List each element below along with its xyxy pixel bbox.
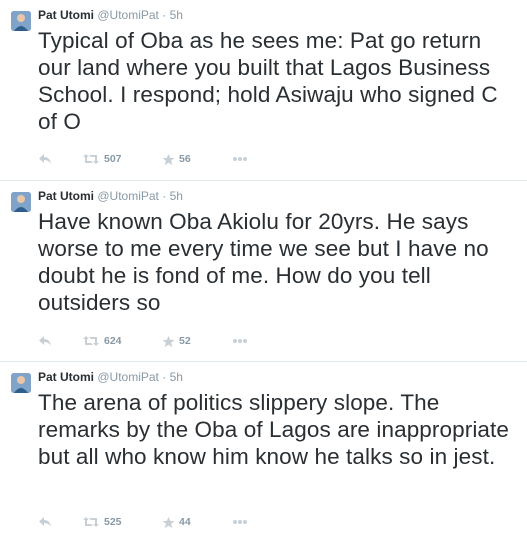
more-button[interactable] [232, 514, 248, 530]
tweet[interactable]: Pat Utomi @UtomiPat · 5h Typical of Oba … [0, 0, 527, 181]
more-icon [233, 157, 247, 161]
separator: · [162, 189, 167, 203]
retweet-count: 624 [104, 335, 122, 347]
timestamp[interactable]: 5h [170, 370, 183, 384]
favorite-button[interactable]: 56 [162, 151, 191, 167]
separator: · [162, 8, 167, 22]
retweet-icon [83, 517, 99, 527]
more-button[interactable] [232, 333, 248, 349]
star-icon [162, 153, 175, 165]
timestamp[interactable]: 5h [170, 8, 183, 22]
favorite-count: 52 [179, 335, 191, 347]
star-icon [162, 516, 175, 528]
more-button[interactable] [232, 151, 248, 167]
more-icon [233, 520, 247, 524]
retweet-icon [83, 154, 99, 164]
retweet-button[interactable]: 525 [82, 514, 122, 530]
star-icon [162, 335, 175, 347]
username[interactable]: @UtomiPat [97, 370, 159, 384]
retweet-button[interactable]: 507 [82, 151, 122, 167]
favorite-button[interactable]: 44 [162, 514, 191, 530]
tweet-header: Pat Utomi @UtomiPat · 5h [38, 370, 183, 384]
tweet-text: Typical of Oba as he sees me: Pat go ret… [38, 28, 498, 134]
username[interactable]: @UtomiPat [97, 8, 159, 22]
avatar[interactable] [11, 192, 31, 212]
reply-button[interactable] [38, 151, 52, 167]
retweet-count: 525 [104, 516, 122, 528]
tweet[interactable]: Pat Utomi @UtomiPat · 5h The arena of po… [0, 362, 527, 534]
reply-button[interactable] [38, 333, 52, 349]
fullname[interactable]: Pat Utomi [38, 370, 94, 384]
reply-button[interactable] [38, 514, 52, 530]
tweet-header: Pat Utomi @UtomiPat · 5h [38, 8, 183, 22]
favorite-count: 56 [179, 153, 191, 165]
avatar[interactable] [11, 373, 31, 393]
reply-icon [39, 517, 51, 527]
timestamp[interactable]: 5h [170, 189, 183, 203]
more-icon [233, 339, 247, 343]
tweet[interactable]: Pat Utomi @UtomiPat · 5h Have known Oba … [0, 181, 527, 362]
favorite-button[interactable]: 52 [162, 333, 191, 349]
separator: · [162, 370, 167, 384]
fullname[interactable]: Pat Utomi [38, 8, 94, 22]
tweet-text: Have known Oba Akiolu for 20yrs. He says… [38, 209, 489, 315]
tweet-header: Pat Utomi @UtomiPat · 5h [38, 189, 183, 203]
retweet-icon [83, 336, 99, 346]
avatar[interactable] [11, 11, 31, 31]
favorite-count: 44 [179, 516, 191, 528]
reply-icon [39, 154, 51, 164]
retweet-count: 507 [104, 153, 122, 165]
reply-icon [39, 336, 51, 346]
username[interactable]: @UtomiPat [97, 189, 159, 203]
retweet-button[interactable]: 624 [82, 333, 122, 349]
fullname[interactable]: Pat Utomi [38, 189, 94, 203]
tweet-text: The arena of politics slippery slope. Th… [38, 390, 510, 469]
